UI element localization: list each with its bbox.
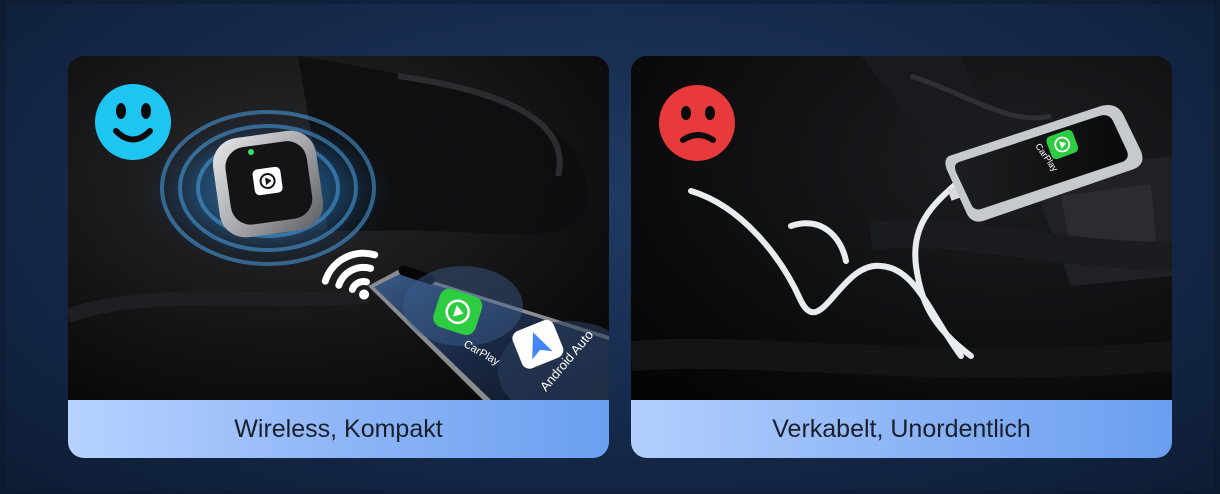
sad-face-icon	[659, 85, 735, 161]
wired-caption: Verkabelt, Unordentlich	[631, 400, 1172, 458]
adapter-device	[212, 130, 324, 238]
wired-cable-photo: CarPlay	[631, 56, 1172, 400]
comparison-panel: CarPlay Android Auto Wireless, Kompakt C…	[6, 4, 1214, 490]
wired-card: CarPlay Verkabelt, Unordentlich	[631, 56, 1172, 458]
happy-face-icon	[95, 84, 171, 160]
wireless-card: CarPlay Android Auto Wireless, Kompakt	[68, 56, 609, 458]
wireless-caption: Wireless, Kompakt	[68, 400, 609, 458]
wireless-adapter-photo: CarPlay Android Auto	[68, 56, 609, 400]
play-icon	[252, 166, 283, 196]
